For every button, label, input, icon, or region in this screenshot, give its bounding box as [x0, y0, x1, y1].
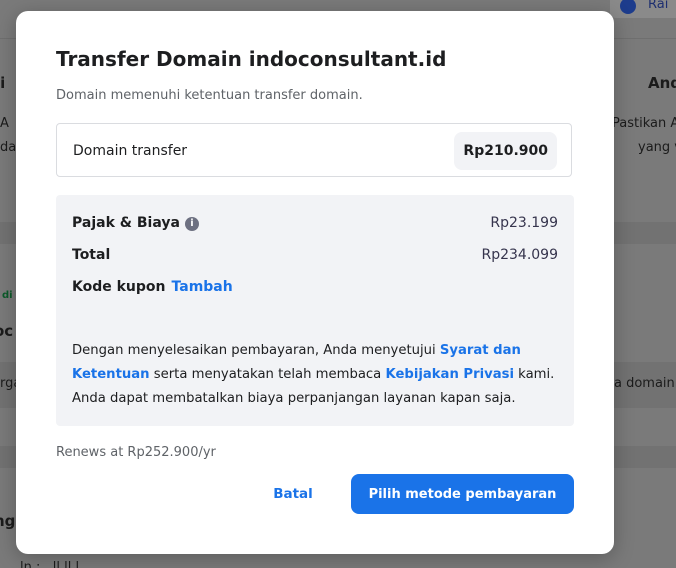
renewal-price: Renews at Rp252.900/yr: [56, 445, 216, 460]
account-pill[interactable]: Rai: [610, 0, 676, 18]
bg-status-label: di: [2, 290, 13, 301]
bg-text: yang v: [638, 140, 676, 155]
price-summary: Pajak & Biaya i Rp23.199 Total Rp234.099 …: [56, 195, 574, 426]
account-name: Rai: [648, 0, 669, 12]
terms-text-part: Dengan menyelesaikan pembayaran, Anda me…: [72, 343, 440, 358]
add-coupon-link[interactable]: Tambah: [172, 279, 233, 295]
dialog-subtitle: Domain memenuhi ketentuan transfer domai…: [56, 88, 363, 103]
dialog-title: Transfer Domain indoconsultant.id: [56, 47, 447, 71]
line-item-price: Rp210.900: [454, 132, 557, 170]
total-value: Rp234.099: [481, 247, 558, 263]
bg-heading: And: [648, 74, 676, 92]
bg-heading: ng: [0, 512, 16, 530]
info-icon[interactable]: i: [184, 217, 199, 231]
terms-text: Dengan menyelesaikan pembayaran, Anda me…: [72, 339, 558, 411]
bg-text: a domain: [614, 376, 675, 391]
total-label: Total: [72, 247, 111, 263]
bg-text: Pastikan A: [612, 116, 676, 131]
terms-text-part: serta menyatakan telah membaca: [149, 367, 386, 382]
bg-heading: oc: [0, 322, 14, 340]
tax-label: Pajak & Biaya: [72, 215, 180, 231]
bg-text: da: [0, 140, 17, 155]
domain-transfer-line-item: Domain transfer Rp210.900: [56, 123, 572, 177]
bg-text: A: [0, 116, 9, 131]
badge-icon: [620, 0, 636, 14]
bg-heading: ai: [0, 74, 6, 92]
total-row: Total Rp234.099: [72, 247, 558, 267]
coupon-label: Kode kupon: [72, 279, 166, 295]
line-item-name: Domain transfer: [73, 143, 188, 159]
privacy-policy-link[interactable]: Kebijakan Privasi: [385, 367, 514, 382]
tax-row: Pajak & Biaya i Rp23.199: [72, 215, 558, 235]
bg-text: ln : , ll ll l: [20, 560, 80, 568]
cancel-button[interactable]: Batal: [260, 474, 326, 514]
choose-payment-method-button[interactable]: Pilih metode pembayaran: [351, 474, 574, 514]
coupon-row: Kode kupon Tambah: [72, 279, 558, 299]
tax-value: Rp23.199: [490, 215, 558, 231]
transfer-domain-dialog: Transfer Domain indoconsultant.id Domain…: [16, 11, 614, 554]
